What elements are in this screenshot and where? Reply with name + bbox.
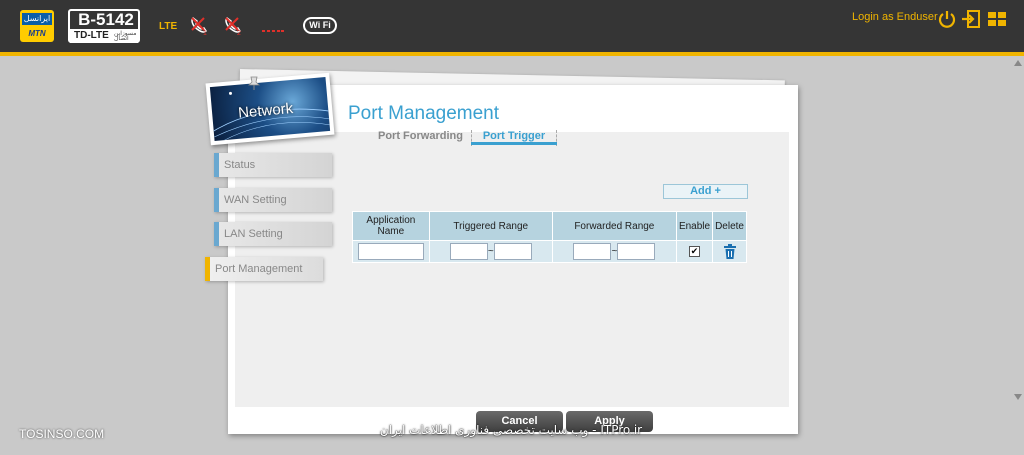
network-globe-image: Network — [209, 77, 331, 141]
svg-text:2: 2 — [237, 30, 241, 35]
sidebar-item-port-management[interactable]: Port Management — [205, 257, 323, 281]
column-header-triggered-range: Triggered Range — [429, 212, 552, 240]
cell-forwarded-range: ~ — [552, 241, 676, 262]
cell-triggered-range: ~ — [429, 241, 552, 262]
table-header-row: Application Name Triggered Range Forward… — [353, 212, 746, 240]
device-model-tech: TD-LTE — [74, 30, 109, 41]
power-icon[interactable] — [937, 9, 957, 29]
sidebar-item-lan-setting[interactable]: LAN Setting — [214, 222, 332, 246]
phone-line-1-disabled-icon: 1 — [191, 17, 207, 35]
cell-delete — [713, 241, 746, 262]
header-accent-line — [0, 52, 1024, 56]
device-model-badge: B-5142 TD-LTE مسوزاین اتصال — [68, 9, 140, 43]
cell-application-name — [353, 241, 429, 262]
cell-enable: ✔ — [676, 241, 713, 262]
login-status-text: Login as Enduser — [852, 11, 938, 23]
device-model-name: B-5142 — [78, 10, 134, 29]
tab-port-forwarding[interactable]: Port Forwarding — [378, 130, 463, 146]
phone-line-2-disabled-icon: 2 — [225, 17, 241, 35]
table-row: ~ ~ ✔ — [353, 241, 746, 262]
triggered-range-end-input[interactable] — [493, 243, 532, 260]
triggered-range-start-input[interactable] — [449, 243, 488, 260]
logout-icon[interactable] — [961, 9, 981, 29]
watermark-site: TOSINSO.COM — [19, 427, 105, 441]
section-badge: Network — [205, 72, 335, 146]
port-trigger-table: Application Name Triggered Range Forward… — [352, 211, 747, 263]
forwarded-range-end-input[interactable] — [617, 243, 656, 260]
pin-icon — [248, 76, 260, 90]
wifi-status-icon[interactable]: Wi Fi — [303, 17, 337, 34]
layout-icon[interactable] — [987, 9, 1007, 29]
top-header-bar: ایرانسل MTN B-5142 TD-LTE مسوزاین اتصال … — [0, 0, 1024, 52]
operator-logo: ایرانسل MTN — [20, 10, 54, 42]
column-header-enable: Enable — [676, 212, 713, 240]
enable-checkbox[interactable]: ✔ — [689, 245, 700, 257]
add-rule-button[interactable]: Add + — [663, 184, 748, 199]
trash-icon[interactable] — [723, 244, 737, 259]
column-header-forwarded-range: Forwarded Range — [552, 212, 676, 240]
sidebar-item-status[interactable]: Status — [214, 153, 332, 177]
column-header-application-name: Application Name — [353, 212, 429, 240]
page-title: Port Management — [348, 103, 500, 124]
network-mode-indicator: LTE — [159, 21, 178, 32]
forwarded-range-start-input[interactable] — [573, 243, 612, 260]
operator-logo-en: MTN — [28, 29, 46, 38]
operator-logo-fa: ایرانسل — [22, 13, 52, 25]
watermark-text: ITPro.ir - وب سایت تخصصی فناوری اطلاعات … — [379, 423, 643, 437]
application-name-input[interactable] — [357, 243, 424, 260]
column-header-delete: Delete — [713, 212, 746, 240]
svg-text:1: 1 — [203, 30, 207, 35]
device-model-fa: مسوزاین اتصال — [114, 30, 137, 42]
signal-strength-icon — [262, 30, 284, 32]
active-tab-indicator — [471, 142, 557, 145]
sidebar-item-wan-setting[interactable]: WAN Setting — [214, 188, 332, 212]
scrollbar[interactable] — [1014, 60, 1022, 400]
